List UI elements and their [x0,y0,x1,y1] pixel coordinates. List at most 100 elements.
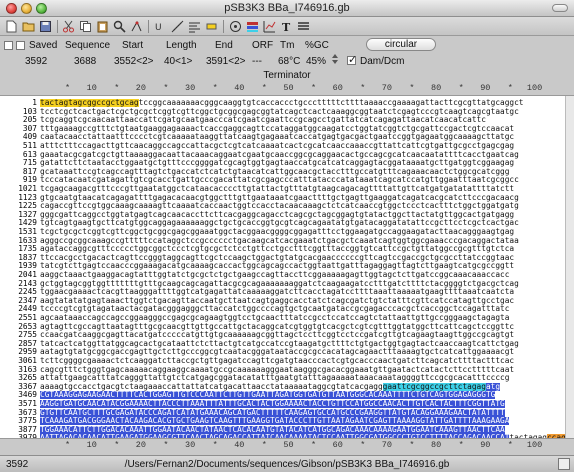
sequence-segment[interactable]: gcataaattccgtcagccagtttagtctgaccatctcatc… [40,168,509,176]
gc-stepper[interactable] [330,53,340,65]
copy-icon[interactable] [78,19,93,34]
sequence-row[interactable]: TGGAAACATTCTTGGACACAAATTGGAATACAACTATAAC… [40,425,565,435]
feature-segment-blue[interactable]: TGGAAACATTCTTGGACACAAATTGGAATACAACTATAAC… [40,425,505,434]
sequence-segment[interactable]: tcctcgctcactgactcgctgcgctcggtcgttcggctgc… [40,108,519,116]
saved-checkbox[interactable] [16,41,25,50]
sequence-segment[interactable]: gtgcaatgtaacatcagagattttgagacacaacgtggct… [40,194,519,202]
sequence-row[interactable]: tcctcgctcactgactcgctgcgctcggtcgttcggctgc… [40,108,565,117]
sequence-segment[interactable]: ccaacgatcaaggcgagttacatgatcccccatgttgtgc… [40,331,514,339]
feature-segment-blue[interactable]: AAGGTGATGCAACATACGGAAAACTTACCCTTAAATTTAT… [40,400,505,408]
feature-segment-cyan[interactable]: gaattcgcggccgcttctagag [382,382,486,391]
toolbar-toggle-button[interactable] [552,4,568,12]
sequence-row[interactable]: gcataaattccgtcagccagtttagtctgaccatctcatc… [40,168,565,177]
find-icon[interactable] [112,19,127,34]
sequence-segment[interactable]: tccccgtcgtgtagataactacgatacgggagggcttacc… [40,305,509,313]
circular-button[interactable]: circular [366,38,436,51]
feature-segment-blue[interactable]: GTGTTCAATGCTTTGCGAGATACCCAGATCATATGAAACA… [40,408,505,417]
sequence-row[interactable]: tcgcaggtcgcaacaattaaccattcgatgcaatgaaccc… [40,116,565,125]
sequence-segment[interactable]: gggcgattcaggcctggtatgagtcagcaacaccttcttc… [40,211,514,219]
text-icon[interactable]: T [279,19,294,34]
vertical-scrollbar[interactable] [565,96,574,438]
sequence-segment[interactable]: aagtatatatgagtaaacttggtctgacagttaccaatgc… [40,297,514,305]
sequence-row[interactable]: gctggtagcggtggtttttttgtttgcaagcagcagatta… [40,280,565,289]
sequence-row[interactable]: aaggctaaactgaaggacagtatttggtatctgcgctctg… [40,271,565,280]
sequence-row[interactable]: gtgcaatgtaacatcagagattttgagacacaacgtggct… [40,194,565,203]
resize-icon[interactable] [558,458,570,470]
sequence-row[interactable]: attattgaagcatttatcagggttattgtctcatgagcgg… [40,374,565,383]
sequence-row[interactable]: agggccgcggcaaagccgtttttccataggctccgccccc… [40,237,565,246]
sequence-segment[interactable]: agggccgcggcaaagccgtttttccataggctccgccccc… [40,237,519,245]
sequence-segment[interactable]: ttccacgcctgacactcagttccgggtaggcagttcgctc… [40,254,514,262]
sequence-row[interactable]: agcaataaaccagccagccggaagggccgagcgcagaagt… [40,314,565,323]
feature-segment-blue[interactable]: atg [485,382,501,391]
enzyme-icon[interactable] [129,19,144,34]
sequence-segment[interactable]: aaaagtgccacctgacgtctaagaaaccattattatcatg… [40,383,383,391]
sequence-row[interactable]: TCAAAGATGACGGGAACTACAAGACACGTGCTGAAGTCAA… [40,417,565,426]
sequence-view[interactable]: 1 tactagtagcggccgctgcagtccggcaaaaaaacgggc… [0,95,574,439]
translate-icon[interactable]: U [153,19,168,34]
sequence-row[interactable]: aaaagtgccacctgacgtctaagaaaccattattatcatg… [40,382,565,392]
sequence-segment[interactable]: tgtcagtgaagtgcttcatgtggcaggagaaaaaaggctg… [40,219,519,227]
feature-segment-blue[interactable]: AATTAGACACAACATTGAAGATGGAAGCGTTCAACTAGCA… [40,434,510,438]
sequence-row[interactable]: atttctttccagacttgttcaacaggccagccattacgct… [40,142,565,151]
sequence-segment[interactable]: tcgctgcgctcggtcgttcggctgcggcgagcggaaatgg… [40,228,514,236]
sequence-row[interactable]: tttgaaaagccgtttctgtaatgaaggagaaaactcaccg… [40,125,565,134]
feature-segment-orange[interactable]: ccaggcatcaa [546,434,565,438]
sequence-row[interactable]: tcttcggggcgaaaactctcaaggatcttaccgctgttga… [40,357,565,366]
dam-dcm-checkbox[interactable] [347,53,357,66]
sequence-row[interactable]: caatacaacctattaatttcccctcgtcaaaaataaggtt… [40,133,565,142]
sequence-segment[interactable]: tatcactcatggttatggcagcactgcataattctcttac… [40,340,519,348]
sequence-row[interactable]: tatcactcatggttatggcagcactgcataattctcttac… [40,340,565,349]
sequence-row[interactable]: AAGGTGATGCAACATACGGAAAACTTACCCTTAAATTTAT… [40,400,565,409]
sequence-row[interactable]: ttccacgcctgacactcagttccgggtaggcagttcgctc… [40,254,565,263]
sequence-row[interactable]: agtagttcgccagttaatagtttgcgcaacgttgttgcca… [40,323,565,332]
feature-segment-blue[interactable]: TCAAAGATGACGGGAACTACAAGACACGTGCTGAAGTCAA… [40,417,510,426]
sequence-row[interactable]: gggcgattcaggcctggtatgagtcagcaacaccttcttc… [40,211,565,220]
sequence-segment[interactable]: tcttcggggcgaaaactctcaaggatcttaccgctgttga… [40,357,514,365]
sequence-row[interactable]: tactagtagcggccgctgcagtccggcaaaaaaacgggca… [40,99,565,108]
sequence-row[interactable]: CGTAAAGGAGAAGAACTTTTCACTGGAGTTGTCCCAATTC… [40,391,565,400]
sequence-row[interactable]: tggaacgaaaactcacgttaagggattttggtcatgagat… [40,288,565,297]
cut-icon[interactable] [61,19,76,34]
new-document-icon[interactable] [4,19,19,34]
sequence-row[interactable]: tgtcagtgaagtgcttcatgtggcaggagaaaaaaggctg… [40,219,565,228]
sequence-row[interactable]: cagcgtttctgggtgagcaaaaacaggaaggcaaaatgcc… [40,366,565,375]
select-checkbox[interactable] [4,41,13,50]
highlight-icon[interactable] [245,19,260,34]
sequence-segment[interactable]: gaaatacgcgatcgctgttaaaaggacaattacaaacagg… [40,151,519,159]
sequence-segment[interactable]: tcgagcaagacgtttcccgttgaatatggctcataacacc… [40,185,514,193]
sequence-segment[interactable]: aatagtgtatgcggcgaccgagttgctcttgcccggcgtc… [40,348,514,356]
feature-segment-yellow[interactable]: tactagtagcggccgctgcag [40,99,139,107]
feature-segment-blue[interactable]: CGTAAAGGAGAAGAACTTTTCACTGGAGTTGTCCCAATTC… [40,391,496,400]
sequence-segment[interactable]: aaggctaaactgaaggacagtatttggtatctgcgctctg… [40,271,509,279]
graph-icon[interactable] [262,19,277,34]
sequence-segment[interactable]: caatacaacctattaatttcccctcgtcaaaaataaggtt… [40,133,514,141]
sequence-row[interactable]: tatcgtcttgagtccaacccggaaagacatgcaaaagcac… [40,262,565,271]
sequence-row[interactable]: gatattcttctaatacctggaatgctgtttcccggggatc… [40,159,565,168]
sequence-row[interactable]: gaaatacgcgatcgctgttaaaaggacaattacaaacagg… [40,151,565,160]
sequence-segment[interactable]: cagaccgttccgtggcaaagcaaaagttcaaaatcaccaa… [40,202,519,210]
sequence-row[interactable]: agataccaggcgtttccccctggcggctccctcgtgcgct… [40,245,565,254]
sequence-segment[interactable]: tatcgtcttgagtccaacccggaaagacatgcaaaagcac… [40,262,514,270]
sequence-row[interactable]: tcgagcaagacgtttcccgttgaatatggctcataacacc… [40,185,565,194]
sequence-segment[interactable]: atttctttccagacttgttcaacaggccagccattacgct… [40,142,514,150]
sequence-segment[interactable]: tcccatacaatcgatagattgtcgcacctgattgcccgac… [40,176,519,184]
sequence-segment[interactable]: tggaacgaaaactcacgttaagggattttggtcatgagat… [40,288,514,296]
paste-icon[interactable] [95,19,110,34]
map-icon[interactable] [228,19,243,34]
sequence-row[interactable]: AATTAGACACAACATTGAAGATGGAAGCGTTCAACTAGCA… [40,434,565,438]
sequence-row[interactable]: ccaacgatcaaggcgagttacatgatcccccatgttgtgc… [40,331,565,340]
sequence-segment[interactable]: gatattcttctaatacctggaatgctgtttcccggggatc… [40,159,514,167]
sequence-segment[interactable]: tccggcaaaaaaacgggcaaggtgtcaccaccctgccctt… [139,99,524,107]
sequence-row[interactable]: aatagtgtatgcggcgaccgagttgctcttgcccggcgtc… [40,348,565,357]
sequence-segment[interactable]: attattgaagcatttatcagggttattgtctcatgagcgg… [40,374,509,382]
sequence-segment[interactable]: cagcgtttctgggtgagcaaaaacaggaaggcaaaatgcc… [40,366,514,374]
sequence-row[interactable]: aagtatatatgagtaaacttggtctgacagttaccaatgc… [40,297,565,306]
open-folder-icon[interactable] [21,19,36,34]
sequence-row[interactable]: tcccatacaatcgatagattgtcgcacctgattgcccgac… [40,176,565,185]
sequence-segment[interactable]: agcaataaaccagccagccggaagggccgagcgcagaagt… [40,314,509,322]
sequence-segment[interactable]: tcgcaggtcgcaacaattaaccattcgatgcaatgaaccc… [40,116,486,124]
lines-icon[interactable] [296,19,311,34]
sequence-row[interactable]: tcgctgcgctcggtcgttcggctgcggcgagcggaaatgg… [40,228,565,237]
sequence-row[interactable]: GTGTTCAATGCTTTGCGAGATACCCAGATCATATGAAACA… [40,408,565,418]
